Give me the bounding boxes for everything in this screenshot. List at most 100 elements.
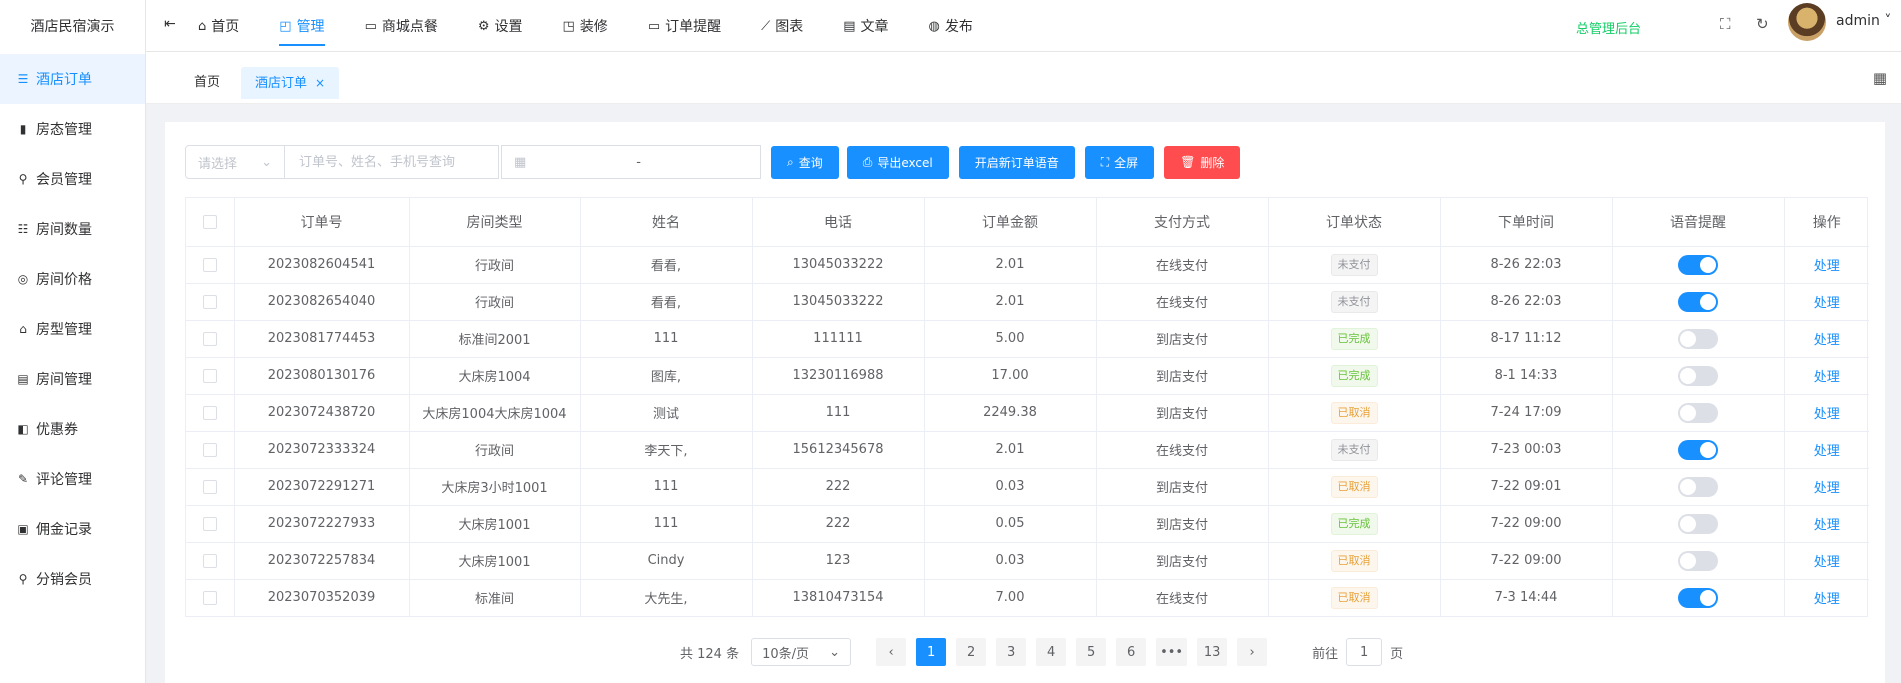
row-checkbox[interactable] (202, 368, 217, 383)
row-checkbox[interactable] (202, 516, 217, 531)
sidebar-item-2[interactable]: ⚲ 会员管理 (0, 154, 145, 204)
next-page-button[interactable]: › (1237, 638, 1268, 666)
refresh-icon[interactable]: ↻ (1756, 15, 1769, 33)
column-header: 电话 (752, 198, 925, 247)
page-size-select[interactable]: 10条/页 ⌄ (751, 638, 852, 666)
phone: 13810473154 (752, 579, 925, 616)
page-3[interactable]: 3 (996, 638, 1027, 666)
phone: 13045033222 (752, 246, 925, 284)
grid-icon[interactable]: ▦ (1873, 69, 1887, 87)
avatar[interactable] (1788, 3, 1826, 41)
nav-item-7[interactable]: ▤ 文章 (843, 0, 888, 52)
process-link[interactable]: 处理 (1814, 259, 1840, 274)
row-checkbox[interactable] (202, 479, 217, 494)
collapse-menu-icon[interactable]: ⇤ (164, 16, 176, 32)
row-checkbox[interactable] (202, 590, 217, 605)
admin-center-link[interactable]: 总管理后台 (1576, 18, 1641, 37)
page-last[interactable]: 13 (1197, 638, 1228, 666)
voice-toggle[interactable] (1678, 550, 1718, 571)
table-row: 2023072333324 行政间 李天下, 15612345678 2.01 在线支付 未… (186, 431, 1869, 469)
voice-toggle[interactable] (1678, 513, 1718, 534)
voice-toggle[interactable] (1678, 254, 1718, 275)
sidebar-item-0[interactable]: ☰ 酒店订单 (0, 54, 145, 104)
row-select-cell (186, 468, 235, 506)
sidebar-item-7[interactable]: ◧ 优惠券 (0, 404, 145, 454)
goto-page-input[interactable] (1346, 638, 1383, 666)
voice-toggle[interactable] (1678, 439, 1718, 460)
wallet-icon: ▣ (17, 522, 29, 536)
page-6[interactable]: 6 (1116, 638, 1147, 666)
sidebar-item-5[interactable]: ⌂ 房型管理 (0, 304, 145, 354)
process-link[interactable]: 处理 (1814, 555, 1840, 570)
nav-item-3[interactable]: ⚙ 设置 (478, 0, 523, 52)
voice-toggle[interactable] (1678, 328, 1718, 349)
prev-page-button[interactable]: ‹ (876, 638, 907, 666)
row-checkbox[interactable] (202, 257, 217, 272)
row-checkbox[interactable] (202, 442, 217, 457)
process-link[interactable]: 处理 (1814, 407, 1840, 422)
delete-button[interactable]: 🗑 删除 (1164, 145, 1241, 179)
export-button[interactable]: ⎙ 导出excel (846, 145, 949, 179)
process-link[interactable]: 处理 (1814, 296, 1840, 311)
page-5[interactable]: 5 (1076, 638, 1107, 666)
page-2[interactable]: 2 (956, 638, 987, 666)
process-link[interactable]: 处理 (1814, 592, 1840, 607)
sidebar-item-6[interactable]: ▤ 房间管理 (0, 354, 145, 404)
phone: 111 (752, 394, 925, 432)
sidebar-item-1[interactable]: ▮ 房态管理 (0, 104, 145, 154)
status-select[interactable]: 请选择 ⌄ (185, 145, 285, 179)
nav-item-6[interactable]: ⟋ 图表 (761, 0, 803, 52)
sidebar-item-label: 优惠券 (36, 422, 78, 438)
query-label: 查询 (798, 155, 823, 170)
tag-hotel-orders[interactable]: 酒店订单 × (241, 67, 340, 99)
status-cell: 未支付 (1268, 246, 1441, 284)
row-checkbox[interactable] (202, 331, 217, 346)
row-checkbox[interactable] (202, 553, 217, 568)
page-4[interactable]: 4 (1036, 638, 1067, 666)
sidebar-item-9[interactable]: ▣ 佣金记录 (0, 504, 145, 554)
nav-item-1[interactable]: ◰ 管理 (279, 0, 325, 52)
row-checkbox[interactable] (202, 294, 217, 309)
room-type: 大床房1001 (409, 542, 581, 580)
voice-cell (1612, 542, 1785, 580)
nav-item-label: 订单提醒 (665, 19, 722, 35)
sidebar-item-10[interactable]: ⚲ 分销会员 (0, 554, 145, 604)
process-link[interactable]: 处理 (1814, 444, 1840, 459)
nav-item-8[interactable]: ◍ 发布 (929, 0, 973, 52)
voice-toggle[interactable] (1678, 291, 1718, 312)
sidebar-item-3[interactable]: ☷ 房间数量 (0, 204, 145, 254)
action-cell: 处理 (1784, 431, 1869, 469)
fullscreen-button[interactable]: ⛶ 全屏 (1084, 145, 1155, 179)
nav-item-2[interactable]: ▭ 商城点餐 (365, 0, 438, 52)
more-pages-button[interactable]: ••• (1156, 638, 1188, 666)
fullscreen-icon[interactable]: ⛶ (1720, 15, 1731, 33)
select-all-checkbox[interactable] (202, 214, 217, 229)
voice-button[interactable]: 开启新订单语音 (958, 145, 1075, 179)
status-badge: 未支付 (1330, 438, 1378, 461)
query-button[interactable]: ⌕ 查询 (771, 145, 839, 179)
nav-item-0[interactable]: ⌂ 首页 (198, 0, 239, 52)
process-link[interactable]: 处理 (1814, 333, 1840, 348)
search-input[interactable] (285, 145, 499, 179)
process-link[interactable]: 处理 (1814, 518, 1840, 533)
voice-toggle[interactable] (1678, 365, 1718, 386)
user-menu[interactable]: admin ˅ (1836, 13, 1891, 29)
process-link[interactable]: 处理 (1814, 481, 1840, 496)
close-icon[interactable]: × (315, 76, 325, 90)
nav-item-5[interactable]: ▭ 订单提醒 (648, 0, 721, 52)
process-link[interactable]: 处理 (1814, 370, 1840, 385)
date-range-picker[interactable]: ▦ - (501, 145, 761, 179)
calendar-icon: ▦ (514, 154, 527, 170)
sidebar-item-4[interactable]: ◎ 房间价格 (0, 254, 145, 304)
building-icon: ▤ (17, 372, 29, 386)
sidebar-item-8[interactable]: ✎ 评论管理 (0, 454, 145, 504)
voice-toggle[interactable] (1678, 402, 1718, 423)
row-checkbox[interactable] (202, 405, 217, 420)
voice-toggle[interactable] (1678, 587, 1718, 608)
nav-item-4[interactable]: ◳ 装修 (563, 0, 608, 52)
order-time: 7-24 17:09 (1440, 394, 1613, 432)
tag-home[interactable]: 首页 (180, 67, 234, 99)
order-amount: 0.03 (924, 468, 1097, 506)
page-1[interactable]: 1 (916, 638, 947, 666)
voice-toggle[interactable] (1678, 476, 1718, 497)
